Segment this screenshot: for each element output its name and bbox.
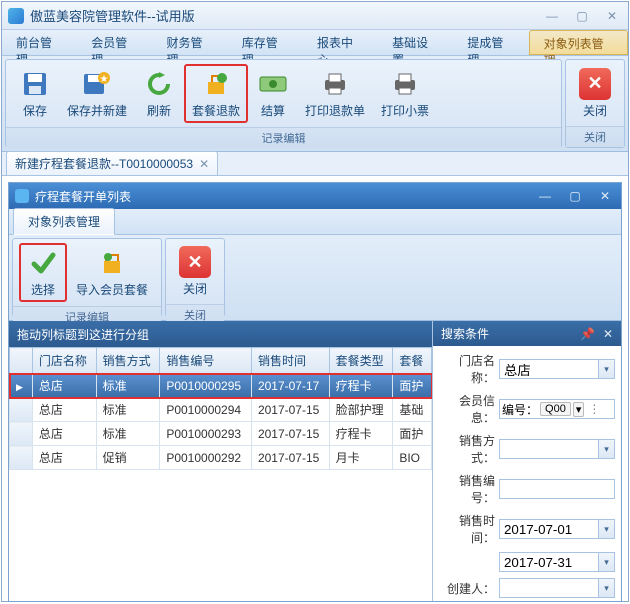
dropdown-store-icon[interactable]: ▾: [599, 359, 615, 379]
dropdown-date-from-icon[interactable]: ▾: [599, 519, 615, 539]
app-logo-icon: [8, 8, 24, 24]
col-type[interactable]: 套餐类型: [329, 348, 393, 374]
close-icon: ✕: [579, 68, 611, 100]
panel-title: 疗程套餐开单列表: [35, 188, 535, 205]
panel-ribbon: 选择 导入会员套餐 记录编辑 ✕关闭 关闭: [9, 235, 621, 321]
row-indicator-header: [10, 348, 33, 374]
panel-maximize-button[interactable]: ▢: [565, 189, 585, 203]
app-title: 傲蓝美容院管理软件--试用版: [30, 6, 542, 25]
search-title: 搜索条件: [441, 325, 572, 342]
panel-tab[interactable]: 对象列表管理: [13, 208, 115, 235]
group-header[interactable]: 拖动列标题到这进行分组: [9, 321, 432, 347]
search-close-icon[interactable]: ✕: [603, 327, 613, 341]
close-window-button[interactable]: ✕: [602, 9, 622, 23]
input-creator[interactable]: [499, 578, 599, 598]
dropdown-date-to-icon[interactable]: ▾: [599, 552, 615, 572]
input-date-to[interactable]: [499, 552, 599, 572]
input-code[interactable]: [499, 479, 615, 499]
import-member-package-button[interactable]: 导入会员套餐: [69, 244, 155, 301]
label-mode: 销售方式：: [439, 432, 499, 466]
menu-settings[interactable]: 基础设置: [378, 30, 453, 55]
label-code: 销售编号：: [439, 472, 499, 506]
ribbon-group-label: 记录编辑: [6, 127, 561, 148]
label-store: 门店名称：: [439, 352, 499, 386]
document-tab-label: 新建疗程套餐退款--T0010000053: [15, 155, 193, 172]
table-row[interactable]: 总店标准P00100002952017-07-17疗程卡面护: [10, 374, 432, 398]
input-mode[interactable]: [499, 439, 599, 459]
panel-tabs: 对象列表管理: [9, 209, 621, 235]
panel-logo-icon: [15, 189, 29, 203]
search-pin-icon[interactable]: 📌: [580, 327, 595, 341]
menu-reports[interactable]: 报表中心: [303, 30, 378, 55]
close-icon: ✕: [179, 246, 211, 278]
label-date: 销售时间：: [439, 512, 499, 546]
dropdown-creator-icon[interactable]: ▾: [599, 578, 615, 598]
panel-close-button[interactable]: ✕: [595, 189, 615, 203]
document-tabs: 新建疗程套餐退款--T0010000053 ✕: [2, 152, 628, 176]
panel-minimize-button[interactable]: —: [535, 189, 555, 203]
table-row[interactable]: 总店促销P00100002922017-07-15月卡BIO: [10, 446, 432, 470]
col-date[interactable]: 销售时间: [251, 348, 329, 374]
document-tab[interactable]: 新建疗程套餐退款--T0010000053 ✕: [6, 151, 218, 175]
menu-front[interactable]: 前台管理: [2, 30, 77, 55]
menu-object-list[interactable]: 对象列表管理: [529, 30, 628, 55]
label-creator: 创建人：: [439, 580, 499, 597]
grid-area: 拖动列标题到这进行分组 门店名称 销售方式 销售编号 销售时间 套餐类型 套餐 …: [9, 321, 433, 601]
menu-commission[interactable]: 提成管理: [453, 30, 528, 55]
input-member[interactable]: 编号：Q00▾⋮: [499, 399, 615, 419]
col-pkg[interactable]: 套餐: [393, 348, 432, 374]
input-store[interactable]: [499, 359, 599, 379]
menu-inventory[interactable]: 库存管理: [228, 30, 303, 55]
input-date-from[interactable]: [499, 519, 599, 539]
save-button[interactable]: 保存: [12, 65, 58, 122]
menu-member[interactable]: 会员管理: [77, 30, 152, 55]
panel-ribbon-close-button[interactable]: ✕关闭: [172, 243, 218, 300]
main-menu: 前台管理 会员管理 财务管理 库存管理 报表中心 基础设置 提成管理 对象列表管…: [2, 30, 628, 56]
ribbon-close-button[interactable]: ✕关闭: [572, 65, 618, 122]
app-titlebar: 傲蓝美容院管理软件--试用版 — ▢ ✕: [2, 2, 628, 30]
search-header: 搜索条件 📌 ✕: [433, 321, 621, 346]
refresh-button[interactable]: 刷新: [136, 65, 182, 122]
list-panel: 疗程套餐开单列表 — ▢ ✕ 对象列表管理 选择 导入会员套餐 记录编辑 ✕关闭: [8, 182, 622, 602]
save-and-new-button[interactable]: ★保存并新建: [60, 65, 134, 122]
select-button[interactable]: 选择: [19, 243, 67, 302]
panel-titlebar: 疗程套餐开单列表 — ▢ ✕: [9, 183, 621, 209]
dropdown-mode-icon[interactable]: ▾: [599, 439, 615, 459]
document-tab-close-icon[interactable]: ✕: [199, 157, 209, 171]
data-grid[interactable]: 门店名称 销售方式 销售编号 销售时间 套餐类型 套餐 总店标准P0010000…: [9, 347, 432, 601]
search-panel: 搜索条件 📌 ✕ 门店名称： ▾ 会员信息： 编号：Q00▾⋮ 销售方式： ▾ 销售…: [433, 321, 621, 601]
label-member: 会员信息：: [439, 392, 499, 426]
settle-button[interactable]: 结算: [250, 65, 296, 122]
package-refund-button[interactable]: 套餐退款: [184, 64, 248, 123]
print-receipt-button[interactable]: 打印小票: [374, 65, 436, 122]
col-mode[interactable]: 销售方式: [96, 348, 160, 374]
maximize-button[interactable]: ▢: [572, 9, 592, 23]
print-refund-button[interactable]: 打印退款单: [298, 65, 372, 122]
table-row[interactable]: 总店标准P00100002942017-07-15脸部护理基础: [10, 398, 432, 422]
svg-text:★: ★: [100, 74, 109, 85]
menu-finance[interactable]: 财务管理: [152, 30, 227, 55]
table-row[interactable]: 总店标准P00100002932017-07-15疗程卡面护: [10, 422, 432, 446]
main-ribbon: 保存 ★保存并新建 刷新 套餐退款 结算 打印退款单 打印小票 记录编辑 ✕关闭…: [2, 56, 628, 152]
col-store[interactable]: 门店名称: [32, 348, 96, 374]
ribbon-group-close-label: 关闭: [566, 126, 624, 147]
minimize-button[interactable]: —: [542, 9, 562, 23]
col-code[interactable]: 销售编号: [160, 348, 252, 374]
